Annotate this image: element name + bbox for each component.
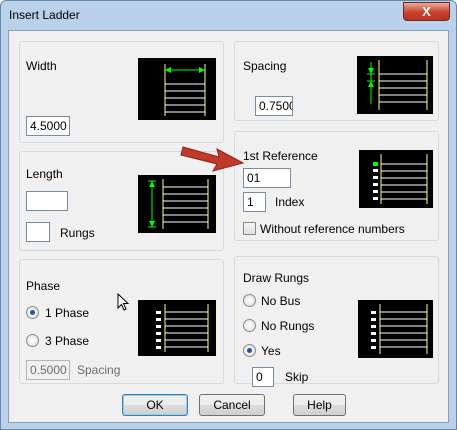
reference-label: 1st Reference	[243, 149, 318, 163]
no-bus-label: No Bus	[261, 294, 301, 308]
skip-label: Skip	[285, 370, 309, 384]
spacing-input[interactable]: 0.7500	[255, 96, 293, 116]
reference-input[interactable]: 01	[243, 168, 291, 188]
spacing-label: Spacing	[243, 59, 287, 73]
no-bus-radio[interactable]	[243, 294, 256, 307]
length-label: Length	[26, 167, 63, 181]
phase-spacing-input[interactable]: 0.5000	[26, 360, 70, 380]
phase-group: Phase 1 Phase 3 Phase 0.5000 Spacing	[19, 259, 224, 384]
phase-label: Phase	[26, 279, 61, 293]
no-rungs-radio[interactable]	[243, 319, 256, 332]
skip-input[interactable]: 0	[252, 367, 274, 387]
no-rungs-label: No Rungs	[261, 319, 315, 333]
width-preview-icon	[138, 58, 216, 120]
dialog-client-area: Width 4.5000 Spacing 0.7500 1st Referenc…	[8, 30, 449, 423]
index-input[interactable]: 1	[243, 192, 266, 212]
help-button[interactable]: Help	[293, 394, 346, 416]
insert-ladder-dialog: Insert Ladder X Width 4.5000 Spacing 0.7…	[0, 0, 457, 430]
close-button[interactable]: X	[403, 2, 450, 21]
title-bar[interactable]: Insert Ladder X	[1, 1, 456, 29]
rungs-label: Rungs	[60, 226, 95, 240]
spacing-group: Spacing 0.7500	[234, 41, 439, 121]
red-pointer-arrow-icon	[179, 137, 249, 177]
length-input[interactable]	[26, 191, 68, 211]
without-reference-checkbox[interactable]	[243, 222, 256, 235]
one-phase-label: 1 Phase	[45, 306, 90, 320]
phase-spacing-label: Spacing	[77, 363, 121, 377]
reference-group: 1st Reference 01 1 Index Without referen…	[234, 131, 439, 241]
without-reference-label: Without reference numbers	[260, 222, 405, 236]
cancel-button[interactable]: Cancel	[199, 394, 265, 416]
one-phase-radio[interactable]	[26, 306, 39, 319]
width-label: Width	[26, 59, 57, 73]
reference-preview-icon	[359, 150, 433, 208]
index-label: Index	[275, 195, 305, 209]
ok-button[interactable]: OK	[122, 394, 188, 416]
yes-radio[interactable]	[243, 344, 256, 357]
rungs-preview-icon	[358, 300, 433, 358]
spacing-preview-icon	[357, 56, 433, 114]
three-phase-radio[interactable]	[26, 334, 39, 347]
draw-rungs-group: Draw Rungs No Bus No Rungs Yes 0 Skip	[234, 256, 439, 387]
width-group: Width 4.5000	[19, 41, 224, 143]
phase-preview-icon	[138, 300, 216, 356]
window-title: Insert Ladder	[9, 8, 80, 22]
length-preview-icon	[138, 175, 216, 233]
three-phase-label: 3 Phase	[45, 334, 90, 348]
yes-label: Yes	[261, 344, 281, 358]
rungs-input[interactable]	[26, 222, 50, 242]
width-input[interactable]: 4.5000	[26, 116, 70, 136]
mouse-cursor-icon	[117, 292, 131, 313]
draw-rungs-label: Draw Rungs	[243, 271, 310, 285]
